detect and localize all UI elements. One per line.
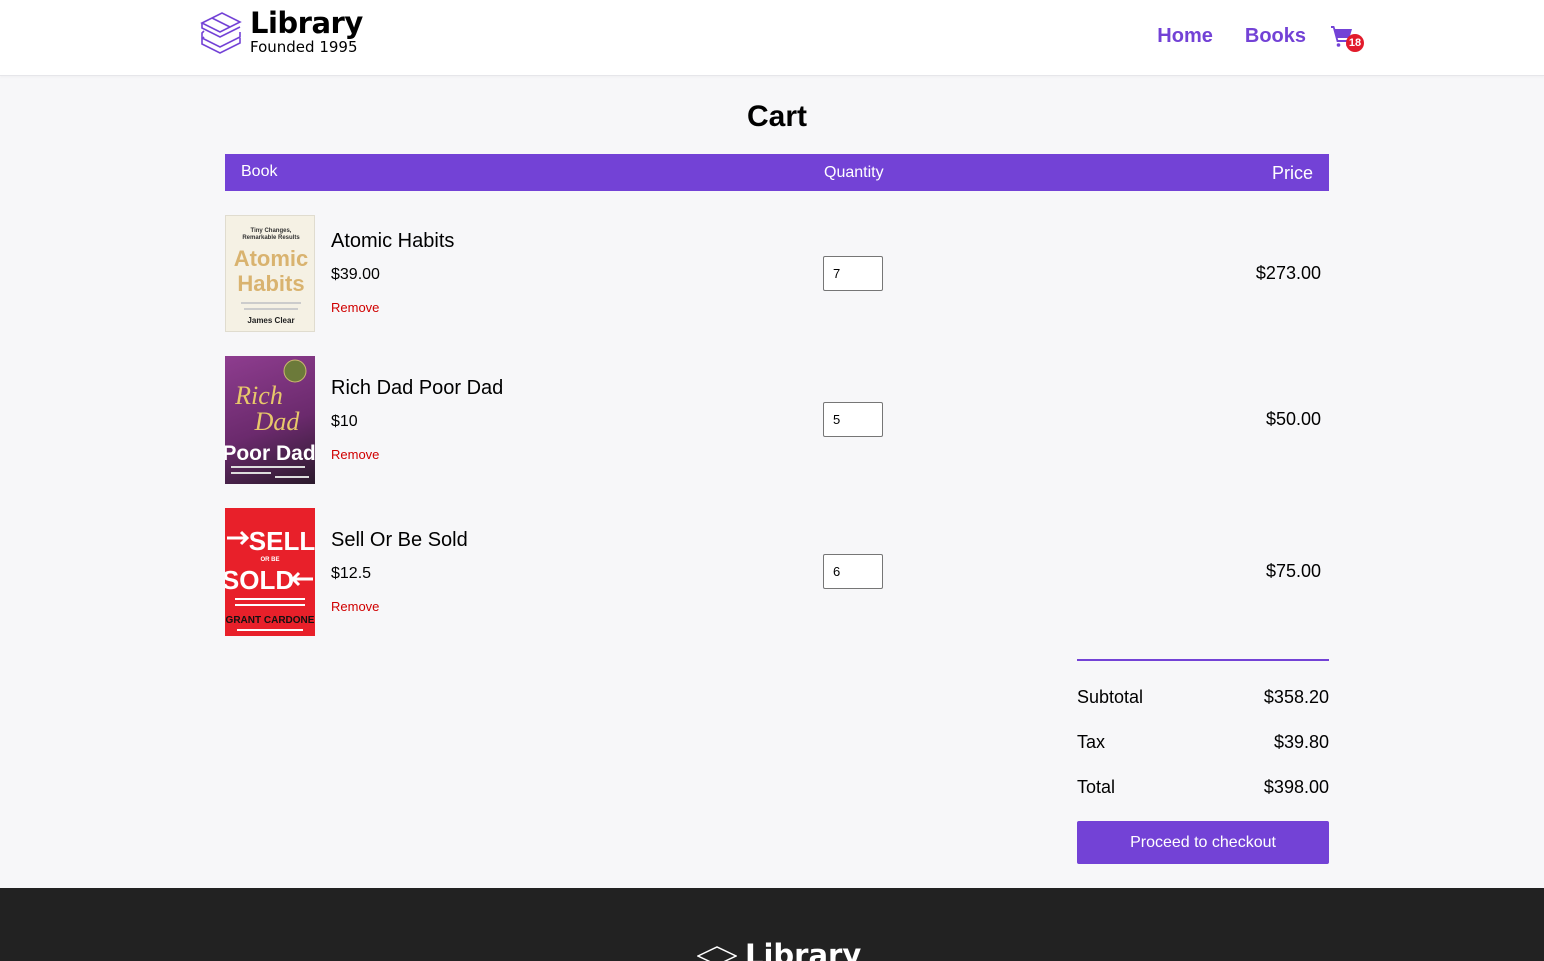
total-row: Total $398.00 xyxy=(1077,765,1329,810)
book-unit-price: $12.5 xyxy=(331,565,372,582)
quantity-input[interactable] xyxy=(823,554,883,589)
total-value: $398.00 xyxy=(1263,777,1329,797)
cover-text: James Clear xyxy=(247,316,294,325)
books-stack-icon xyxy=(697,946,737,961)
cover-text: Dad xyxy=(254,407,301,436)
line-total-price: $273.00 xyxy=(1255,263,1321,283)
book-title[interactable]: Sell Or Be Sold xyxy=(331,528,468,552)
cover-text: Habits xyxy=(237,271,304,296)
page-title: Cart xyxy=(746,100,807,133)
book-title[interactable]: Atomic Habits xyxy=(331,229,454,253)
remove-button[interactable]: Remove xyxy=(331,599,379,614)
logo-title: Library xyxy=(250,6,363,40)
book-unit-price: $10 xyxy=(331,413,358,430)
book-cover-image[interactable]: SELL OR BE SOLD GRANT CARDONE xyxy=(225,508,315,636)
nav-home-link[interactable]: Home xyxy=(1157,25,1213,48)
tax-label: Tax xyxy=(1077,732,1106,752)
quantity-input[interactable] xyxy=(823,402,883,437)
cover-text: Atomic xyxy=(234,246,309,271)
logo-subtitle: Founded 1995 xyxy=(250,38,358,56)
cover-text: Poor Dad xyxy=(225,442,315,465)
cover-text: SELL xyxy=(249,526,315,556)
order-summary: Subtotal $358.20 Tax $39.80 Total $398.0… xyxy=(1077,659,1329,810)
column-header-book: Book xyxy=(241,163,278,180)
column-header-quantity: Quantity xyxy=(824,164,884,181)
cart-count-badge: 18 xyxy=(1346,34,1364,52)
cart-row: SELL OR BE SOLD GRANT CARDONE Sell Or Be… xyxy=(225,508,1329,636)
subtotal-row: Subtotal $358.20 xyxy=(1077,675,1329,720)
proceed-to-checkout-button[interactable]: Proceed to checkout xyxy=(1077,821,1329,864)
cover-text: Rich xyxy=(234,381,283,410)
cart-row: Tiny Changes, Remarkable Results Atomic … xyxy=(225,215,1329,332)
nav-links: Home Books 18 xyxy=(1125,22,1364,52)
remove-button[interactable]: Remove xyxy=(331,447,379,462)
book-unit-price: $39.00 xyxy=(331,266,380,283)
footer-logo[interactable]: Library xyxy=(697,938,861,961)
book-title[interactable]: Rich Dad Poor Dad xyxy=(331,376,503,400)
remove-button[interactable]: Remove xyxy=(331,300,379,315)
footer-logo-title: Library xyxy=(745,938,862,961)
total-label: Total xyxy=(1077,777,1116,797)
quantity-input[interactable] xyxy=(823,256,883,291)
tax-value: $39.80 xyxy=(1273,732,1329,752)
cover-text: Tiny Changes, xyxy=(251,228,292,234)
cover-text: OR BE xyxy=(260,557,279,563)
cover-text: GRANT CARDONE xyxy=(226,615,315,626)
cover-text: SOLD xyxy=(225,565,294,595)
tax-row: Tax $39.80 xyxy=(1077,720,1329,765)
subtotal-label: Subtotal xyxy=(1077,687,1144,707)
book-cover-image[interactable]: Tiny Changes, Remarkable Results Atomic … xyxy=(225,215,315,332)
logo[interactable]: Library Founded 1995 xyxy=(200,8,363,56)
top-navbar: Library Founded 1995 Home Books 18 xyxy=(0,0,1544,76)
footer: Library xyxy=(0,888,1544,961)
line-total-price: $75.00 xyxy=(1265,561,1321,581)
cart-row: Rich Dad Poor Dad Rich Dad Poor Dad $10 … xyxy=(225,356,1329,484)
book-cover-image[interactable]: Rich Dad Poor Dad xyxy=(225,356,315,484)
subtotal-value: $358.20 xyxy=(1263,687,1329,707)
cover-text: Remarkable Results xyxy=(242,235,300,241)
nav-books-link[interactable]: Books xyxy=(1245,25,1306,48)
cart-table-header: Book Quantity Price xyxy=(225,154,1329,191)
line-total-price: $50.00 xyxy=(1265,409,1321,429)
column-header-price: Price xyxy=(1271,163,1313,183)
books-stack-icon xyxy=(200,12,242,54)
cart-button[interactable]: 18 xyxy=(1330,22,1364,52)
